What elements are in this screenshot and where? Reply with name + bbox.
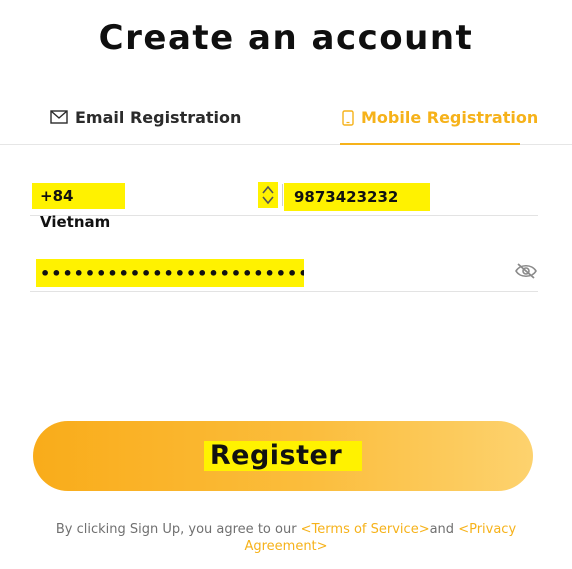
field-divider [282,184,283,206]
tab-mobile-label: Mobile Registration [361,108,539,127]
page-title: Create an account [98,18,474,58]
smartphone-icon [342,108,354,126]
terms-joiner: and [429,522,459,537]
tab-email-label: Email Registration [75,108,242,127]
eye-slash-icon[interactable] [514,262,538,280]
register-button[interactable]: Register [33,421,533,491]
password-row [30,252,538,292]
sort-arrows-icon[interactable] [258,182,278,208]
terms-notice: By clicking Sign Up, you agree to our <T… [50,521,522,555]
terms-of-service-link[interactable]: <Terms of Service> [301,522,430,537]
country-code-select[interactable]: +84 Vietnam [32,183,125,231]
tab-email-registration[interactable]: Email Registration [50,108,241,144]
register-button-label: Register [203,441,363,471]
phone-row: +84 Vietnam [30,176,538,231]
tab-mobile-registration[interactable]: Mobile Registration [340,108,538,145]
terms-prefix: By clicking Sign Up, you agree to our [55,522,301,537]
phone-number-input[interactable] [284,183,430,211]
password-input[interactable] [36,259,304,287]
envelope-icon [50,108,68,124]
registration-page: Create an account Email Registration Mob… [0,0,572,569]
registration-tabs: Email Registration Mobile Registration [0,100,572,145]
